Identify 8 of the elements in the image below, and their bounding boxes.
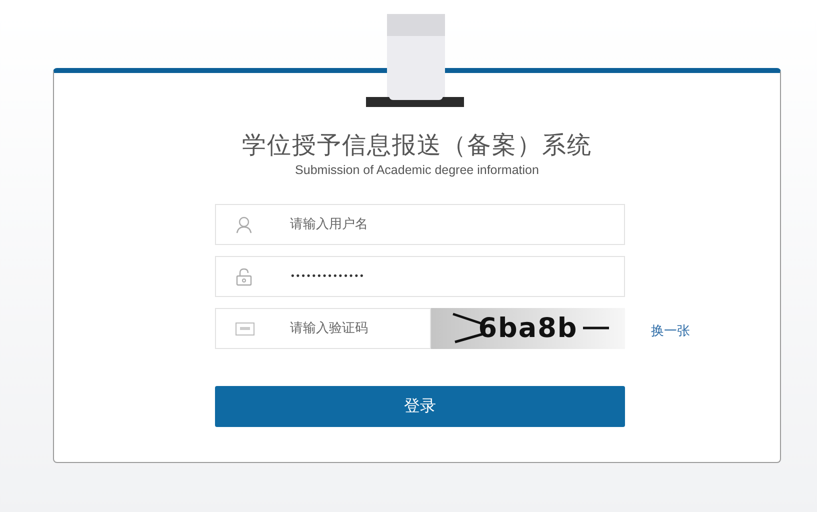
system-subtitle: Submission of Academic degree information: [295, 163, 539, 177]
captcha-field[interactable]: 请输入验证码: [215, 308, 431, 349]
refresh-captcha-link[interactable]: 换一张: [651, 322, 690, 340]
username-field[interactable]: 请输入用户名: [215, 204, 625, 245]
login-button[interactable]: 登录: [215, 386, 625, 427]
password-field[interactable]: ••••••••••••••: [215, 256, 625, 297]
captcha-image[interactable]: 6ba8b: [431, 308, 625, 349]
system-title: 学位授予信息报送（备案）系统: [242, 130, 592, 161]
